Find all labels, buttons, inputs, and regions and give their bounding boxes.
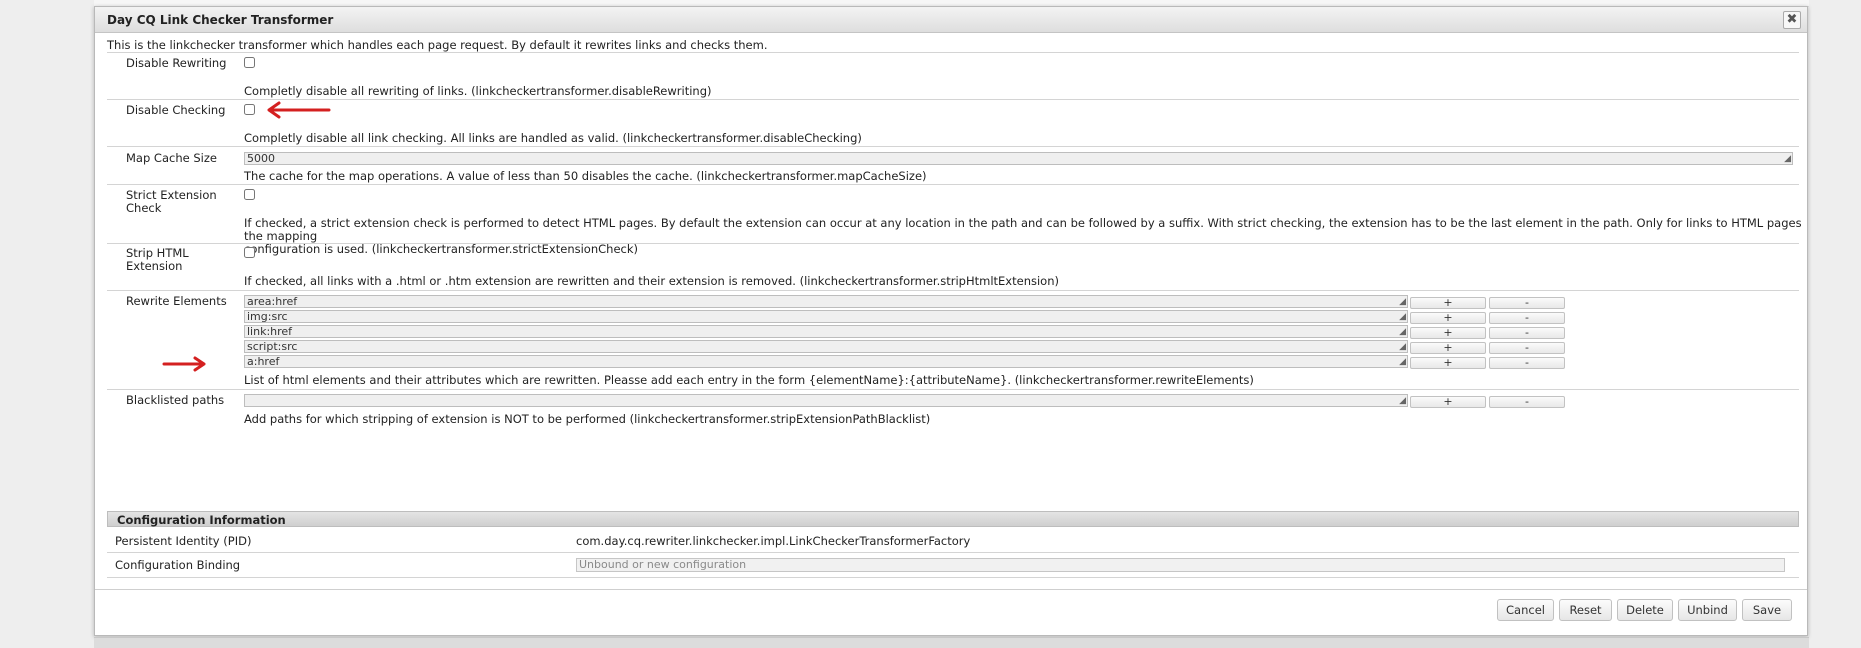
background-window-bottom xyxy=(94,637,1809,648)
resize-handle-icon[interactable]: ◢ xyxy=(1399,328,1406,337)
resize-handle-icon[interactable]: ◢ xyxy=(1399,343,1406,352)
strict-extension-check-description-line1: If checked, a strict extension check is … xyxy=(244,216,1802,243)
divider xyxy=(107,290,1799,291)
disable-rewriting-checkbox[interactable] xyxy=(244,57,255,68)
dialog-titlebar[interactable]: Day CQ Link Checker Transformer ✖ xyxy=(95,7,1807,33)
rewrite-element-value: script:src xyxy=(247,340,298,353)
resize-handle-icon[interactable]: ◢ xyxy=(1784,155,1791,164)
strip-html-extension-label-line2: Extension xyxy=(126,259,183,273)
binding-label: Configuration Binding xyxy=(115,558,241,572)
map-cache-size-description: The cache for the map operations. A valu… xyxy=(244,169,927,183)
resize-handle-icon[interactable]: ◢ xyxy=(1399,358,1406,367)
add-entry-button[interactable]: + xyxy=(1410,357,1486,369)
remove-entry-button[interactable]: - xyxy=(1489,396,1565,408)
resize-handle-icon[interactable]: ◢ xyxy=(1399,313,1406,322)
disable-checking-checkbox[interactable] xyxy=(244,104,255,115)
rewrite-element-input[interactable]: a:href ◢ xyxy=(244,355,1408,368)
dialog-title: Day CQ Link Checker Transformer xyxy=(107,13,334,27)
config-info-title: Configuration Information xyxy=(117,513,286,527)
rewrite-element-value: link:href xyxy=(247,325,293,338)
divider xyxy=(107,577,1799,578)
add-entry-button[interactable]: + xyxy=(1410,396,1486,408)
remove-entry-button[interactable]: - xyxy=(1489,312,1565,324)
strict-extension-check-description: If checked, a strict extension check is … xyxy=(244,217,1807,256)
rewrite-element-input[interactable]: img:src ◢ xyxy=(244,310,1408,323)
config-dialog: Day CQ Link Checker Transformer ✖ This i… xyxy=(94,6,1808,636)
add-entry-button[interactable]: + xyxy=(1410,312,1486,324)
map-cache-size-input[interactable]: 5000 ◢ xyxy=(244,152,1793,165)
add-entry-button[interactable]: + xyxy=(1410,297,1486,309)
rewrite-element-value: a:href xyxy=(247,355,280,368)
disable-checking-label: Disable Checking xyxy=(126,103,226,117)
disable-checking-description: Completly disable all link checking. All… xyxy=(244,131,862,145)
pid-value: com.day.cq.rewriter.linkchecker.impl.Lin… xyxy=(576,534,971,548)
remove-entry-button[interactable]: - xyxy=(1489,297,1565,309)
rewrite-elements-label: Rewrite Elements xyxy=(126,294,227,308)
divider xyxy=(107,99,1799,100)
blacklisted-paths-input[interactable]: ◢ xyxy=(244,394,1408,407)
rewrite-elements-description: List of html elements and their attribut… xyxy=(244,373,1254,387)
unbind-button[interactable]: Unbind xyxy=(1678,599,1737,621)
pid-label: Persistent Identity (PID) xyxy=(115,534,252,548)
dialog-intro: This is the linkchecker transformer whic… xyxy=(107,38,768,52)
blacklisted-paths-description: Add paths for which stripping of extensi… xyxy=(244,412,931,426)
strict-extension-check-checkbox[interactable] xyxy=(244,189,255,200)
map-cache-size-label: Map Cache Size xyxy=(126,151,217,165)
resize-handle-icon[interactable]: ◢ xyxy=(1399,397,1406,406)
footer-divider xyxy=(95,589,1807,590)
add-entry-button[interactable]: + xyxy=(1410,327,1486,339)
close-icon[interactable]: ✖ xyxy=(1783,11,1801,29)
disable-rewriting-description: Completly disable all rewriting of links… xyxy=(244,84,712,98)
reset-button[interactable]: Reset xyxy=(1559,599,1612,621)
resize-handle-icon[interactable]: ◢ xyxy=(1399,298,1406,307)
config-info-header: Configuration Information xyxy=(107,511,1799,527)
remove-entry-button[interactable]: - xyxy=(1489,327,1565,339)
add-entry-button[interactable]: + xyxy=(1410,342,1486,354)
red-arrow-icon xyxy=(267,101,331,119)
divider xyxy=(107,243,1799,244)
map-cache-size-value: 5000 xyxy=(247,152,275,165)
rewrite-element-input[interactable]: script:src ◢ xyxy=(244,340,1408,353)
divider xyxy=(107,52,1799,53)
rewrite-element-value: area:href xyxy=(247,295,298,308)
binding-field[interactable]: Unbound or new configuration xyxy=(576,558,1785,572)
divider xyxy=(107,552,1799,553)
red-arrow-icon xyxy=(162,356,206,372)
blacklisted-paths-label: Blacklisted paths xyxy=(126,393,225,407)
strip-html-extension-checkbox[interactable] xyxy=(244,247,255,258)
rewrite-element-value: img:src xyxy=(247,310,288,323)
strip-html-extension-description: If checked, all links with a .html or .h… xyxy=(244,274,1059,288)
remove-entry-button[interactable]: - xyxy=(1489,357,1565,369)
save-button[interactable]: Save xyxy=(1742,599,1792,621)
rewrite-element-input[interactable]: link:href ◢ xyxy=(244,325,1408,338)
divider xyxy=(107,389,1799,390)
rewrite-element-input[interactable]: area:href ◢ xyxy=(244,295,1408,308)
remove-entry-button[interactable]: - xyxy=(1489,342,1565,354)
strict-extension-check-label-line2: Check xyxy=(126,201,162,215)
delete-button[interactable]: Delete xyxy=(1617,599,1673,621)
cancel-button[interactable]: Cancel xyxy=(1497,599,1554,621)
divider xyxy=(107,184,1799,185)
strict-extension-check-label: Strict Extension Check xyxy=(126,189,217,215)
divider xyxy=(107,146,1799,147)
disable-rewriting-label: Disable Rewriting xyxy=(126,56,227,70)
strip-html-extension-label: Strip HTML Extension xyxy=(126,247,189,273)
strict-extension-check-description-line2: configuration is used. (linkcheckertrans… xyxy=(244,242,638,256)
